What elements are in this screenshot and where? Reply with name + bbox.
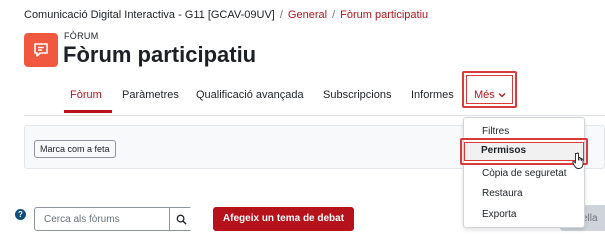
tab-more-label: Més (474, 89, 495, 101)
menu-item-exporta[interactable]: Exporta (482, 209, 516, 220)
menu-item-copia-seguretat[interactable]: Còpia de seguretat (482, 168, 567, 179)
nav-divider (24, 115, 605, 116)
more-dropdown-menu: Filtres Còpia de seguretat Restaura Expo… (463, 117, 585, 228)
tab-parametres[interactable]: Paràmetres (122, 89, 179, 101)
search-icon (176, 214, 187, 225)
breadcrumb-course[interactable]: Comunicació Digital Interactiva - G11 [G… (24, 9, 275, 21)
page-title: Fòrum participatiu (63, 42, 257, 67)
menu-item-permisos[interactable]: Permisos (481, 145, 526, 156)
tab-informes[interactable]: Informes (411, 89, 454, 101)
search-input[interactable] (35, 208, 169, 230)
breadcrumb-separator: / (279, 9, 283, 21)
page-kicker: FÒRUM (64, 31, 99, 41)
forum-search (34, 207, 192, 231)
tab-more[interactable]: Més (474, 89, 506, 101)
menu-item-restaura[interactable]: Restaura (482, 188, 523, 199)
breadcrumb-current[interactable]: Fòrum participatiu (340, 9, 428, 21)
menu-item-filtres[interactable]: Filtres (482, 126, 509, 137)
tab-subscripcions[interactable]: Subscripcions (323, 89, 391, 101)
breadcrumb: Comunicació Digital Interactiva - G11 [G… (24, 9, 428, 21)
active-tab-indicator (64, 110, 112, 113)
breadcrumb-section[interactable]: General (288, 9, 327, 21)
help-icon[interactable]: ? (15, 209, 26, 220)
add-discussion-topic-button[interactable]: Afegeix un tema de debat (213, 207, 354, 231)
chevron-down-icon (498, 93, 506, 98)
hand-cursor-icon (572, 152, 584, 169)
mark-as-done-button[interactable]: Marca com a feta (34, 140, 116, 158)
search-button[interactable] (169, 208, 192, 230)
breadcrumb-separator: / (332, 9, 336, 21)
tab-forum[interactable]: Fòrum (70, 89, 102, 101)
forum-icon (24, 33, 58, 67)
speech-bubble-icon (34, 43, 48, 57)
tab-qualificacio-avancada[interactable]: Qualificació avançada (196, 89, 304, 101)
